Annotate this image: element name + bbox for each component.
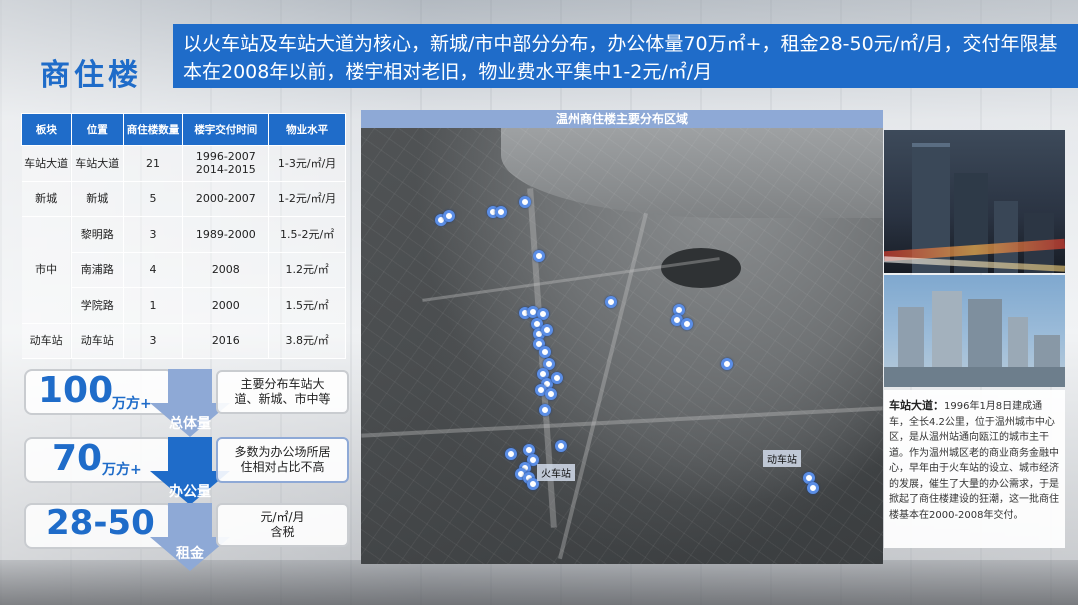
cell-count: 3 bbox=[123, 216, 184, 253]
cell-delivery: 1996-2007 2014-2015 bbox=[182, 145, 270, 182]
table-row: 新城 新城 5 2000-2007 1-2元/㎡/月 bbox=[21, 181, 346, 217]
map-pin-icon[interactable] bbox=[519, 196, 531, 208]
description-panel: 车站大道：1996年1月8日建成通车，全长4.2公里，位于温州城市中心区，是从温… bbox=[884, 390, 1065, 548]
cell-fee: 1.5-2元/㎡ bbox=[268, 216, 346, 253]
map-title: 温州商住楼主要分布区域 bbox=[361, 110, 883, 128]
distribution-map: 温州商住楼主要分布区域 火车站 动车站 bbox=[361, 110, 883, 564]
stat-total-unit: 万方+ bbox=[112, 396, 152, 412]
summary-table: 板块 位置 商住楼数量 楼宇交付时间 物业水平 车站大道 车站大道 21 199… bbox=[21, 113, 346, 359]
map-pin-icon[interactable] bbox=[807, 482, 819, 494]
col-header-location: 位置 bbox=[70, 113, 124, 146]
col-header-fee: 物业水平 bbox=[268, 113, 346, 146]
cell-count: 4 bbox=[123, 252, 184, 288]
cell-location: 动车站 bbox=[71, 323, 124, 359]
map-pin-icon[interactable] bbox=[443, 210, 455, 222]
stat-office-note: 多数为办公场所居住相对占比不高 bbox=[216, 437, 349, 483]
map-pin-icon[interactable] bbox=[681, 318, 693, 330]
cell-block: 车站大道 bbox=[21, 145, 72, 182]
cell-delivery: 2000 bbox=[182, 287, 270, 324]
cell-block: 动车站 bbox=[21, 323, 72, 359]
cell-delivery: 2016 bbox=[182, 323, 270, 359]
map-pin-icon[interactable] bbox=[533, 250, 545, 262]
cell-fee: 1.2元/㎡ bbox=[268, 252, 346, 288]
stat-rent-note: 元/㎡/月 含税 bbox=[216, 503, 349, 547]
map-pin-icon[interactable] bbox=[495, 206, 507, 218]
map-pin-icon[interactable] bbox=[541, 324, 553, 336]
cell-fee: 1.5元/㎡ bbox=[268, 287, 346, 324]
cell-delivery: 2008 bbox=[182, 252, 270, 288]
stat-office-unit: 万方+ bbox=[102, 462, 142, 478]
map-pin-icon[interactable] bbox=[505, 448, 517, 460]
cell-fee: 1-3元/㎡/月 bbox=[268, 145, 346, 182]
map-pin-icon[interactable] bbox=[721, 358, 733, 370]
cell-delivery: 2000-2007 bbox=[182, 181, 270, 217]
description-heading: 车站大道： bbox=[889, 399, 944, 412]
cell-count: 5 bbox=[123, 181, 184, 217]
page-title: 商住楼 bbox=[40, 58, 142, 93]
cell-count: 3 bbox=[123, 323, 184, 359]
cell-count: 21 bbox=[123, 145, 184, 182]
table-row: 车站大道 车站大道 21 1996-2007 2014-2015 1-3元/㎡/… bbox=[21, 145, 346, 182]
photo-night-skyline bbox=[884, 130, 1065, 273]
cell-location: 新城 bbox=[71, 181, 124, 217]
cell-location: 车站大道 bbox=[71, 145, 124, 182]
stat-office-label: 办公量 bbox=[169, 484, 211, 500]
stat-total-label: 总体量 bbox=[169, 416, 211, 432]
col-header-delivery: 楼宇交付时间 bbox=[182, 113, 270, 146]
map-hill bbox=[661, 248, 741, 288]
map-pin-icon[interactable] bbox=[539, 404, 551, 416]
satellite-map: 火车站 动车站 bbox=[361, 128, 883, 564]
col-header-count: 商住楼数量 bbox=[122, 113, 184, 146]
headline-banner: 以火车站及车站大道为核心，新城/市中部分分布，办公体量70万㎡+，租金28-50… bbox=[173, 24, 1078, 88]
map-pin-icon[interactable] bbox=[539, 346, 551, 358]
cell-fee: 3.8元/㎡ bbox=[268, 323, 346, 359]
cell-location: 南浦路 bbox=[71, 252, 124, 288]
table-header-row: 板块 位置 商住楼数量 楼宇交付时间 物业水平 bbox=[21, 113, 346, 146]
map-pin-icon[interactable] bbox=[605, 296, 617, 308]
map-label-station: 火车站 bbox=[537, 464, 575, 481]
description-body: 1996年1月8日建成通车，全长4.2公里，位于温州城市中心区，是从温州站通向瓯… bbox=[889, 401, 1059, 521]
cell-block: 市中 bbox=[21, 216, 72, 324]
col-header-block: 板块 bbox=[21, 113, 72, 146]
table-row: 市中 黎明路 3 1989-2000 1.5-2元/㎡ bbox=[21, 216, 346, 324]
map-label-high-speed-station: 动车站 bbox=[763, 450, 801, 467]
cell-delivery: 1989-2000 bbox=[182, 216, 270, 253]
stat-total-value: 100 bbox=[38, 370, 114, 411]
map-pin-icon[interactable] bbox=[555, 440, 567, 452]
map-pin-icon[interactable] bbox=[551, 372, 563, 384]
map-pin-icon[interactable] bbox=[545, 388, 557, 400]
map-city-blocks bbox=[361, 128, 883, 564]
stat-rent-value: 28-50 bbox=[46, 503, 155, 543]
cell-count: 1 bbox=[123, 287, 184, 324]
stat-office-value: 70 bbox=[52, 438, 103, 479]
cell-location: 学院路 bbox=[71, 287, 124, 324]
cell-location: 黎明路 bbox=[71, 216, 124, 253]
cell-fee: 1-2元/㎡/月 bbox=[268, 181, 346, 217]
cell-block: 新城 bbox=[21, 181, 72, 217]
photo-day-skyline bbox=[884, 275, 1065, 387]
stat-total-note: 主要分布车站大道、新城、市中等 bbox=[216, 370, 349, 414]
table-row: 动车站 动车站 3 2016 3.8元/㎡ bbox=[21, 323, 346, 359]
